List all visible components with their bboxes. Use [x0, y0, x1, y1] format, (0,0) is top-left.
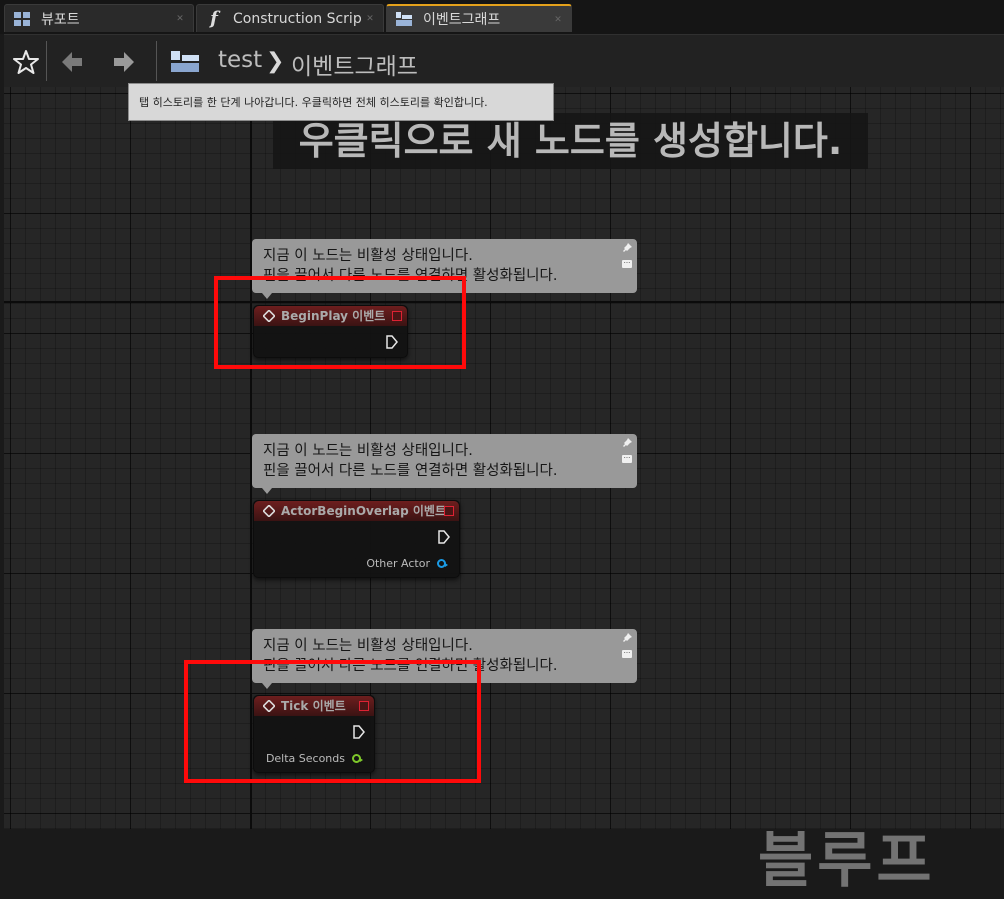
highlight-box-beginplay [214, 276, 466, 369]
comment-tail [262, 488, 272, 494]
tab-event-graph[interactable]: 이벤트그래프 ✕ [386, 4, 572, 32]
comment-bubble-icon[interactable]: ··· [622, 260, 632, 268]
toolbar-separator [46, 41, 47, 81]
pin-icon[interactable] [622, 633, 632, 642]
graph-toolbar: test ❯ 이벤트그래프 [4, 34, 1004, 88]
node-comment-bubble[interactable]: 지금 이 노드는 비활성 상태입니다. 핀을 끌어서 다른 노드를 연결하면 활… [252, 434, 637, 494]
pin-icon[interactable] [622, 243, 632, 252]
breadcrumb-graph[interactable]: 이벤트그래프 [291, 47, 418, 81]
star-icon [13, 50, 39, 74]
tab-label: 이벤트그래프 [423, 12, 501, 28]
close-icon[interactable]: ✕ [175, 14, 185, 24]
blueprint-watermark: 블루프 [758, 826, 936, 896]
breadcrumb-blueprint[interactable]: test [218, 47, 262, 73]
event-graph-icon [168, 47, 202, 75]
pin-icon[interactable] [622, 438, 632, 447]
exec-pin-icon[interactable] [438, 530, 450, 544]
back-button[interactable] [58, 48, 86, 76]
favorite-star-button[interactable] [12, 48, 40, 76]
highlight-box-tick [184, 660, 481, 783]
forward-button[interactable] [110, 48, 138, 76]
object-pin-icon[interactable] [437, 559, 448, 568]
tab-construction-script[interactable]: f Construction Scrip ✕ [196, 4, 384, 32]
event-graph-icon [395, 11, 413, 27]
viewport-grid-icon [13, 11, 31, 27]
close-icon[interactable]: ✕ [553, 15, 563, 25]
graph-origin-axis [4, 301, 1004, 303]
chevron-right-icon: ❯ [266, 49, 285, 74]
event-diamond-icon [263, 505, 275, 517]
arrow-left-icon [62, 52, 82, 72]
comment-bubble-icon[interactable]: ··· [622, 650, 632, 658]
node-actorbeginoverlap[interactable]: ActorBeginOverlap 이벤트 Other Actor [253, 500, 460, 578]
toolbar-separator [156, 41, 157, 81]
comment-line: 핀을 끌어서 다른 노드를 연결하면 활성화됩니다. [263, 463, 558, 479]
tab-label: 뷰포트 [41, 11, 80, 28]
comment-line: 지금 이 노드는 비활성 상태입니다. [263, 638, 473, 654]
tab-viewport[interactable]: 뷰포트 ✕ [4, 4, 194, 32]
comment-bubble-icon[interactable]: ··· [622, 455, 632, 463]
tab-bar: 뷰포트 ✕ f Construction Scrip ✕ 이벤트그래프 ✕ [0, 0, 1004, 34]
comment-line: 지금 이 노드는 비활성 상태입니다. [263, 248, 473, 264]
pin-label-other-actor: Other Actor [366, 557, 430, 570]
function-icon: f [210, 8, 218, 29]
forward-tooltip: 탭 히스토리를 한 단계 나아갑니다. 우클릭하면 전체 히스토리를 확인합니다… [128, 83, 554, 121]
tab-label: Construction Scrip [233, 10, 361, 27]
node-title: ActorBeginOverlap 이벤트 [254, 501, 459, 521]
arrow-right-icon [114, 52, 134, 72]
close-icon[interactable]: ✕ [365, 14, 375, 24]
delegate-pin-icon[interactable] [444, 506, 454, 516]
comment-line: 지금 이 노드는 비활성 상태입니다. [263, 443, 473, 459]
